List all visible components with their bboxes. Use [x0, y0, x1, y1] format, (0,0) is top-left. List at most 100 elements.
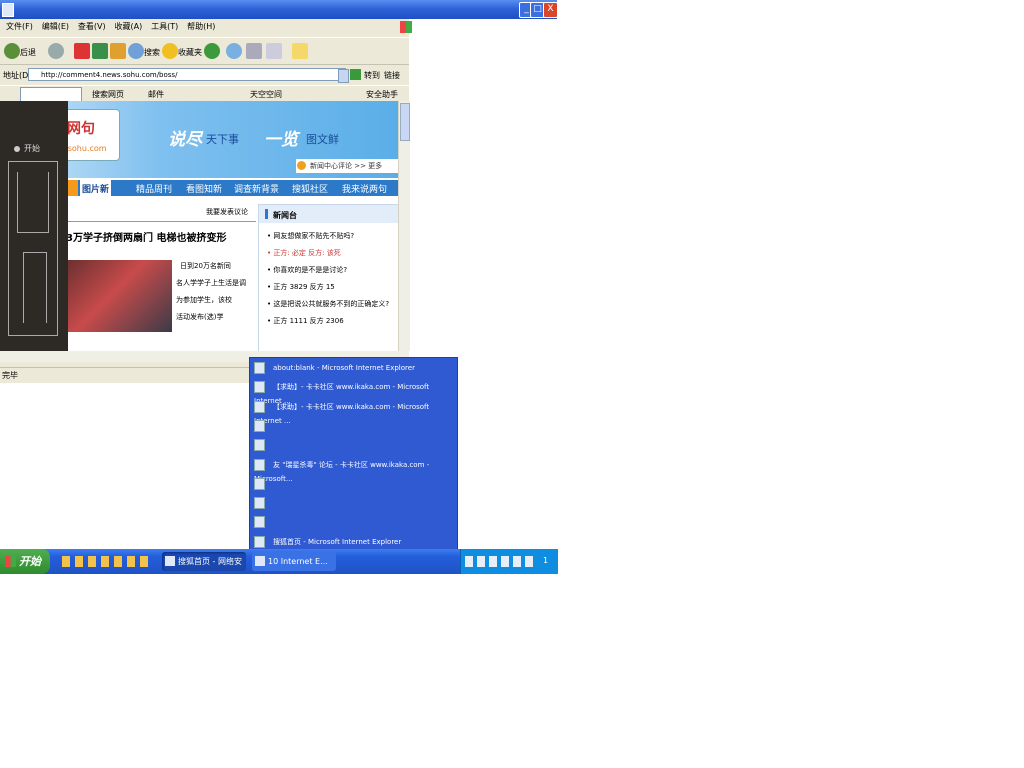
toolbar-search-input[interactable]	[20, 87, 82, 102]
popup-item[interactable]: about:blank - Microsoft Internet Explore…	[254, 361, 454, 375]
nav-item-photos[interactable]: 图片新	[80, 180, 112, 196]
favorites-button-label[interactable]: 收藏夹	[178, 47, 202, 58]
ie-page-icon	[254, 478, 265, 490]
banner-slogan-3: 一览	[264, 130, 298, 150]
banner-slogan-1: 说尽	[168, 130, 202, 150]
sidebar-item[interactable]: • 你喜欢的是不是是讨论?	[267, 265, 347, 275]
popup-item[interactable]: 【求助】- 卡卡社区 www.ikaka.com - Microsoft Int…	[254, 400, 454, 425]
overlay-bullet-icon	[14, 146, 20, 152]
popup-item[interactable]	[254, 515, 454, 529]
divider	[66, 221, 256, 222]
ie-page-icon	[254, 401, 265, 413]
quick-launch-icons[interactable]	[62, 556, 148, 567]
back-icon[interactable]	[4, 43, 20, 59]
banner-hint[interactable]: 新闻中心评论 >> 更多	[310, 161, 382, 171]
popup-item-label: 搜狐首页 - Microsoft Internet Explorer	[273, 538, 402, 546]
banner-slogan-2: 天下事	[206, 133, 239, 146]
system-tray: 1	[460, 549, 558, 574]
news-photo[interactable]	[66, 260, 172, 332]
vertical-scrollbar[interactable]	[398, 101, 410, 351]
taskbar-item-label: 搜狐首页 - 网络安全...	[178, 557, 242, 585]
header-bar-icon	[265, 209, 268, 219]
window-list-popup: about:blank - Microsoft Internet Explore…	[249, 357, 458, 552]
article-line-1: 日到20万名新同	[180, 262, 231, 270]
popup-item[interactable]	[254, 496, 454, 510]
address-input[interactable]: http://comment4.news.sohu.com/boss/	[28, 68, 346, 81]
overlay-start[interactable]: 开始	[24, 143, 40, 154]
flash-overlay-panel[interactable]: 开始	[0, 101, 68, 351]
history-icon[interactable]	[226, 43, 242, 59]
sidebar-item[interactable]: • 正方: 必定 反方: 该死	[267, 248, 341, 258]
edit-icon[interactable]	[266, 43, 282, 59]
ie-title-bar[interactable]: _ □ X	[0, 0, 558, 19]
stop-icon[interactable]	[74, 43, 90, 59]
nav-item-community[interactable]: 搜狐社区	[292, 182, 328, 195]
search-button-label[interactable]: 搜索	[144, 47, 160, 58]
status-text: 完毕	[2, 371, 18, 380]
menu-edit[interactable]: 编辑(E)	[42, 21, 69, 32]
popup-item[interactable]: 【求助】- 卡卡社区 www.ikaka.com - Microsoft Int…	[254, 380, 454, 405]
ie-page-icon	[254, 459, 265, 471]
folder-icon[interactable]	[292, 43, 308, 59]
ie-page-icon	[254, 497, 265, 509]
go-button[interactable]: 转到	[364, 70, 380, 81]
sidebar-item[interactable]: • 这是把说公共就服务不到的正确定义?	[267, 299, 389, 309]
standard-toolbar: 后退 搜索 收藏夹	[0, 37, 409, 65]
nav-item-weekly[interactable]: 精品周刊	[136, 182, 172, 195]
search-web-button[interactable]: 搜索网页	[92, 89, 124, 100]
safety-helper-button[interactable]: 安全助手	[366, 89, 398, 100]
windows-logo-icon	[400, 21, 412, 33]
popup-item[interactable]	[254, 477, 454, 491]
menu-help[interactable]: 帮助(H)	[187, 21, 215, 32]
ie-page-icon	[254, 516, 265, 528]
banner-slogan-4: 图文鲜	[306, 133, 339, 146]
address-dropdown-icon[interactable]	[338, 69, 349, 83]
taskbar-item[interactable]: 10 Internet E...	[252, 552, 336, 571]
taskbar-item[interactable]: 搜狐首页 - 网络安全...	[162, 552, 246, 585]
ie-page-icon	[254, 439, 265, 451]
ie-task-icon	[165, 556, 175, 566]
sidebar-item[interactable]: • 正方 3829 反方 15	[267, 282, 335, 292]
start-button[interactable]: 开始	[0, 549, 50, 574]
mail-button[interactable]: 邮件	[148, 89, 164, 100]
tooltip-button[interactable]: 天空空间	[250, 89, 282, 100]
popup-item[interactable]: 友 "瑞星杀毒" 论坛 - 卡卡社区 www.ikaka.com - Micro…	[254, 458, 454, 483]
nav-item-pictures[interactable]: 看图知新	[186, 182, 222, 195]
links-label[interactable]: 链接	[384, 70, 400, 81]
hint-bullet-icon	[297, 161, 306, 170]
tray-clock[interactable]: 1	[543, 556, 548, 565]
headline[interactable]: 3万学子挤倒两扇门 电梯也被挤变形	[66, 229, 226, 244]
home-icon[interactable]	[110, 43, 126, 59]
news-sidebar-box: 新闻台 • 网友想做家不贴先不贴吗? • 正方: 必定 反方: 该死 • 你喜欢…	[258, 204, 398, 351]
favorites-star-icon[interactable]	[162, 43, 178, 59]
menu-tools[interactable]: 工具(T)	[151, 21, 178, 32]
popup-item-label: about:blank - Microsoft Internet Explore…	[273, 364, 415, 372]
start-label: 开始	[19, 555, 41, 568]
article-line-2: 名人学学子上生活是调	[176, 279, 246, 287]
article-line-4: 活动发布(选)学	[176, 313, 224, 321]
tray-icons[interactable]	[465, 556, 537, 567]
sidebar-item[interactable]: • 正方 1111 反方 2306	[267, 316, 344, 326]
small-link[interactable]: 我要发表议论	[206, 207, 248, 217]
go-arrow-icon[interactable]	[350, 69, 361, 80]
popup-item[interactable]	[254, 438, 454, 452]
banner-hint-box: 新闻中心评论 >> 更多	[296, 159, 398, 173]
refresh-icon[interactable]	[92, 43, 108, 59]
article-line-3: 为参加学生，该校	[176, 296, 232, 304]
address-bar: 地址(D) http://comment4.news.sohu.com/boss…	[0, 67, 409, 85]
close-button[interactable]: X	[543, 2, 558, 18]
print-icon[interactable]	[246, 43, 262, 59]
search-icon[interactable]	[128, 43, 144, 59]
forward-icon[interactable]	[48, 43, 64, 59]
popup-item[interactable]: 搜狐首页 - Microsoft Internet Explorer	[254, 535, 454, 549]
sidebar-item[interactable]: • 网友想做家不贴先不贴吗?	[267, 231, 354, 241]
scroll-thumb[interactable]	[400, 103, 410, 141]
menu-view[interactable]: 查看(V)	[78, 21, 106, 32]
menu-favorites[interactable]: 收藏(A)	[114, 21, 142, 32]
media-icon[interactable]	[204, 43, 220, 59]
popup-item[interactable]	[254, 419, 454, 433]
back-button-label[interactable]: 后退	[20, 47, 36, 58]
nav-item-background[interactable]: 调查新背景	[234, 182, 279, 195]
menu-file[interactable]: 文件(F)	[6, 21, 33, 32]
nav-item-comments[interactable]: 我来说两句	[342, 182, 387, 195]
